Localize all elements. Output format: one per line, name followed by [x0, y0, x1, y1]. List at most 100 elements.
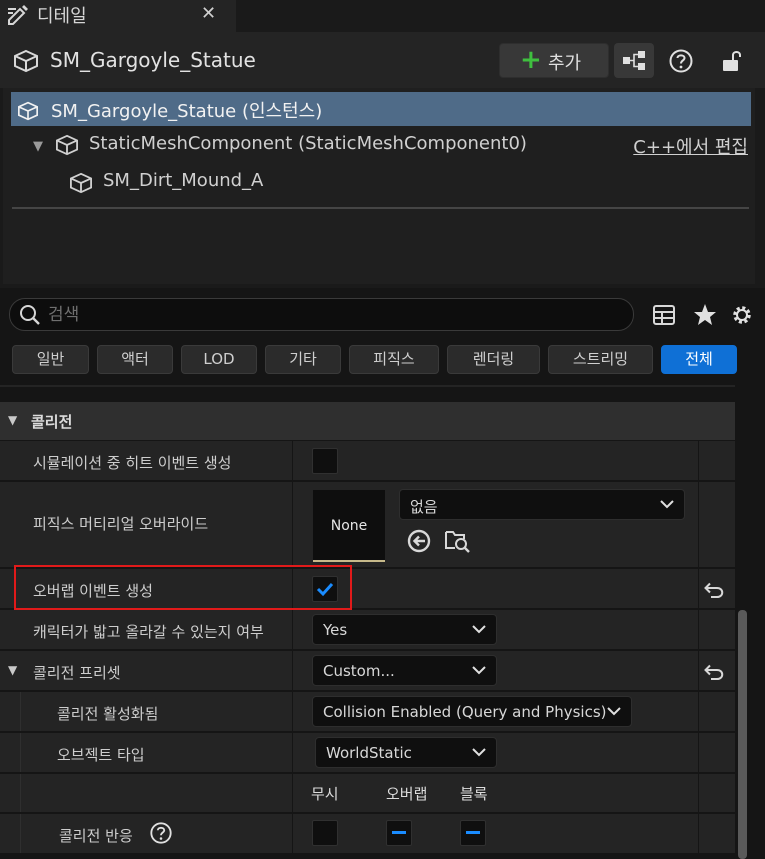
tab-title: 디테일	[37, 6, 87, 27]
property-label: 콜리전 반응	[59, 827, 133, 845]
property-label: 콜리전 프리셋	[33, 664, 121, 682]
tree-item-label: SM_Dirt_Mound_A	[103, 170, 264, 191]
collapse-arrow-icon[interactable]: ▼	[33, 139, 43, 154]
column-divider	[292, 651, 293, 690]
collision-enabled-dropdown[interactable]: Collision Enabled (Query and Physics)	[312, 696, 632, 727]
filter-rendering[interactable]: 렌더링	[447, 345, 540, 374]
dropdown-value: Yes	[323, 621, 348, 639]
property-collision-responses: 콜리전 반응	[0, 814, 735, 854]
column-divider	[698, 651, 699, 690]
indent-guide	[20, 814, 21, 853]
category-title: 콜리전	[31, 413, 73, 431]
lock-icon[interactable]	[718, 48, 744, 74]
filter-general[interactable]: 일반	[12, 345, 89, 374]
filter-physics[interactable]: 피직스	[349, 345, 439, 374]
column-divider	[698, 569, 699, 608]
column-divider	[292, 774, 293, 812]
static-mesh-icon	[17, 101, 38, 121]
column-header-block: 블록	[460, 785, 488, 803]
property-grid: ▼ 콜리전 시뮬레이션 중 히트 이벤트 생성 피직스 머티리얼 오버라이드 N…	[0, 385, 735, 859]
filter-actor[interactable]: 액터	[97, 345, 173, 374]
chevron-down-icon	[607, 707, 621, 716]
can-step-up-dropdown[interactable]: Yes	[312, 614, 497, 645]
collision-response-header-row: 무시 오버랩 블록	[0, 774, 735, 813]
column-header-overlap: 오버랩	[386, 785, 428, 803]
column-header-ignore: 무시	[311, 785, 339, 803]
use-selected-asset-icon[interactable]	[406, 528, 432, 554]
tree-item-root[interactable]: SM_Gargoyle_Statue (인스턴스)	[11, 92, 751, 126]
edit-pencil-icon	[8, 5, 28, 25]
filter-streaming[interactable]: 스트리밍	[548, 345, 653, 374]
column-divider	[292, 610, 293, 649]
property-label: 피직스 머티리얼 오버라이드	[33, 515, 209, 533]
column-divider	[698, 774, 699, 812]
column-divider	[292, 482, 293, 567]
tree-divider	[12, 207, 749, 209]
collision-preset-dropdown[interactable]: Custom...	[312, 655, 497, 686]
search-box[interactable]	[9, 298, 634, 331]
response-block-checkbox[interactable]	[460, 820, 486, 846]
chevron-down-icon	[472, 748, 486, 757]
tree-item-label: StaticMeshComponent (StaticMeshComponent…	[89, 133, 527, 154]
favorite-star-icon[interactable]	[692, 302, 718, 328]
static-mesh-icon	[70, 172, 92, 194]
indent-guide	[20, 692, 21, 731]
material-thumbnail[interactable]: None	[313, 490, 385, 562]
column-divider	[292, 692, 293, 731]
help-icon[interactable]	[149, 821, 173, 845]
column-divider	[292, 441, 293, 480]
static-mesh-icon	[14, 49, 38, 73]
indeterminate-icon	[466, 831, 480, 834]
column-divider	[292, 733, 293, 772]
browse-asset-icon[interactable]	[444, 528, 472, 554]
column-divider	[698, 733, 699, 772]
reset-to-default-icon[interactable]	[703, 582, 725, 598]
chevron-down-icon	[660, 500, 674, 509]
property-object-type: 오브젝트 타입 WorldStatic	[0, 733, 735, 773]
phys-material-dropdown[interactable]: 없음	[399, 489, 685, 520]
search-input[interactable]	[48, 303, 618, 327]
settings-gear-icon[interactable]	[729, 302, 755, 328]
response-overlap-checkbox[interactable]	[386, 820, 412, 846]
column-divider	[292, 814, 293, 853]
dropdown-value: Collision Enabled (Query and Physics)	[323, 703, 607, 721]
dropdown-value: 없음	[410, 498, 438, 516]
help-icon[interactable]	[668, 48, 694, 74]
property-label: 오브젝트 타입	[57, 746, 145, 764]
reset-to-default-icon[interactable]	[703, 664, 725, 680]
edit-in-cpp-link[interactable]: C++에서 편집	[633, 133, 748, 159]
close-icon[interactable]: ✕	[201, 3, 216, 24]
indent-guide	[20, 733, 21, 772]
filter-all[interactable]: 전체	[661, 345, 737, 374]
tab-bar: 디테일 ✕	[0, 0, 765, 32]
column-divider	[698, 610, 699, 649]
chevron-down-icon	[472, 625, 486, 634]
dropdown-value: WorldStatic	[326, 744, 412, 762]
filter-lod[interactable]: LOD	[181, 345, 257, 374]
collapse-arrow-icon[interactable]: ▼	[8, 663, 17, 677]
add-button-label: 추가	[548, 53, 582, 74]
property-label: 캐릭터가 밟고 올라갈 수 있는지 여부	[33, 623, 264, 641]
actor-header: SM_Gargoyle_Statue + 추가	[0, 32, 765, 88]
static-mesh-icon	[56, 134, 78, 156]
blueprint-button[interactable]	[614, 43, 654, 78]
blueprint-icon	[623, 51, 645, 70]
filter-misc[interactable]: 기타	[265, 345, 341, 374]
plus-icon: +	[520, 45, 542, 75]
column-divider	[698, 482, 699, 567]
indent-guide	[20, 774, 21, 812]
details-tab[interactable]: 디테일 ✕	[0, 0, 236, 32]
collapse-arrow-icon[interactable]: ▼	[8, 413, 17, 427]
property-can-character-step-up: 캐릭터가 밟고 올라갈 수 있는지 여부 Yes	[0, 610, 735, 650]
sim-hit-events-checkbox[interactable]	[312, 448, 338, 474]
category-collision[interactable]: ▼ 콜리전	[0, 402, 735, 440]
scrollbar-thumb[interactable]	[738, 610, 747, 859]
column-divider	[698, 441, 699, 480]
column-divider	[698, 814, 699, 853]
response-ignore-checkbox[interactable]	[312, 820, 338, 846]
object-type-dropdown[interactable]: WorldStatic	[315, 737, 497, 768]
table-view-icon[interactable]	[651, 302, 677, 328]
add-component-button[interactable]: + 추가	[499, 43, 609, 78]
tree-item-static-mesh-component[interactable]: ▼ StaticMeshComponent (StaticMeshCompone…	[33, 131, 748, 159]
property-label: 시뮬레이션 중 히트 이벤트 생성	[33, 454, 232, 472]
